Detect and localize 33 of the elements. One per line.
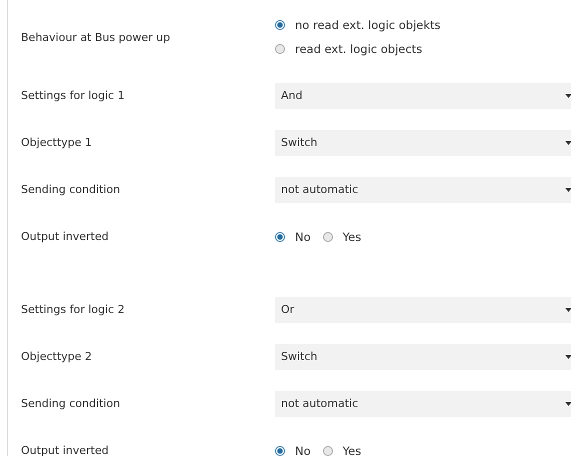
field-label: Objecttype 1 [20,136,93,149]
radio-button[interactable] [275,44,285,54]
radio-option[interactable]: no read ext. logic objekts [275,18,571,32]
field-label: Settings for logic 1 [20,89,126,102]
dropdown[interactable]: Or [275,296,571,322]
radio-button[interactable] [275,232,285,242]
caret-icon [565,188,571,192]
dropdown[interactable]: And [275,82,571,108]
radio-option[interactable]: No [275,444,311,456]
field-label: Behaviour at Bus power up [20,30,172,44]
radio-option[interactable]: Yes [322,444,362,456]
radio-option[interactable]: Yes [322,230,362,244]
radio-option[interactable]: No [275,230,311,244]
field-label: Sending condition [20,397,122,410]
caret-icon [565,140,571,144]
caret-icon [565,94,571,98]
field-label: Sending condition [20,183,122,196]
field-label: Output inverted [20,444,110,456]
dropdown[interactable]: not automatic [275,390,571,416]
caret-icon [565,402,571,406]
radio-button[interactable] [322,232,333,242]
field-label: Objecttype 2 [20,350,93,363]
dropdown[interactable]: Switch [275,344,571,370]
field-label: Output inverted [20,230,110,243]
dropdown[interactable]: not automatic [275,176,571,202]
dropdown[interactable]: Switch [275,130,571,156]
radio-button[interactable] [275,20,285,30]
radio-option[interactable]: read ext. logic objects [275,42,571,56]
caret-icon [565,308,571,312]
field-label: Settings for logic 2 [20,303,126,316]
radio-button[interactable] [275,446,285,456]
caret-icon [565,354,571,358]
radio-button[interactable] [322,446,333,456]
